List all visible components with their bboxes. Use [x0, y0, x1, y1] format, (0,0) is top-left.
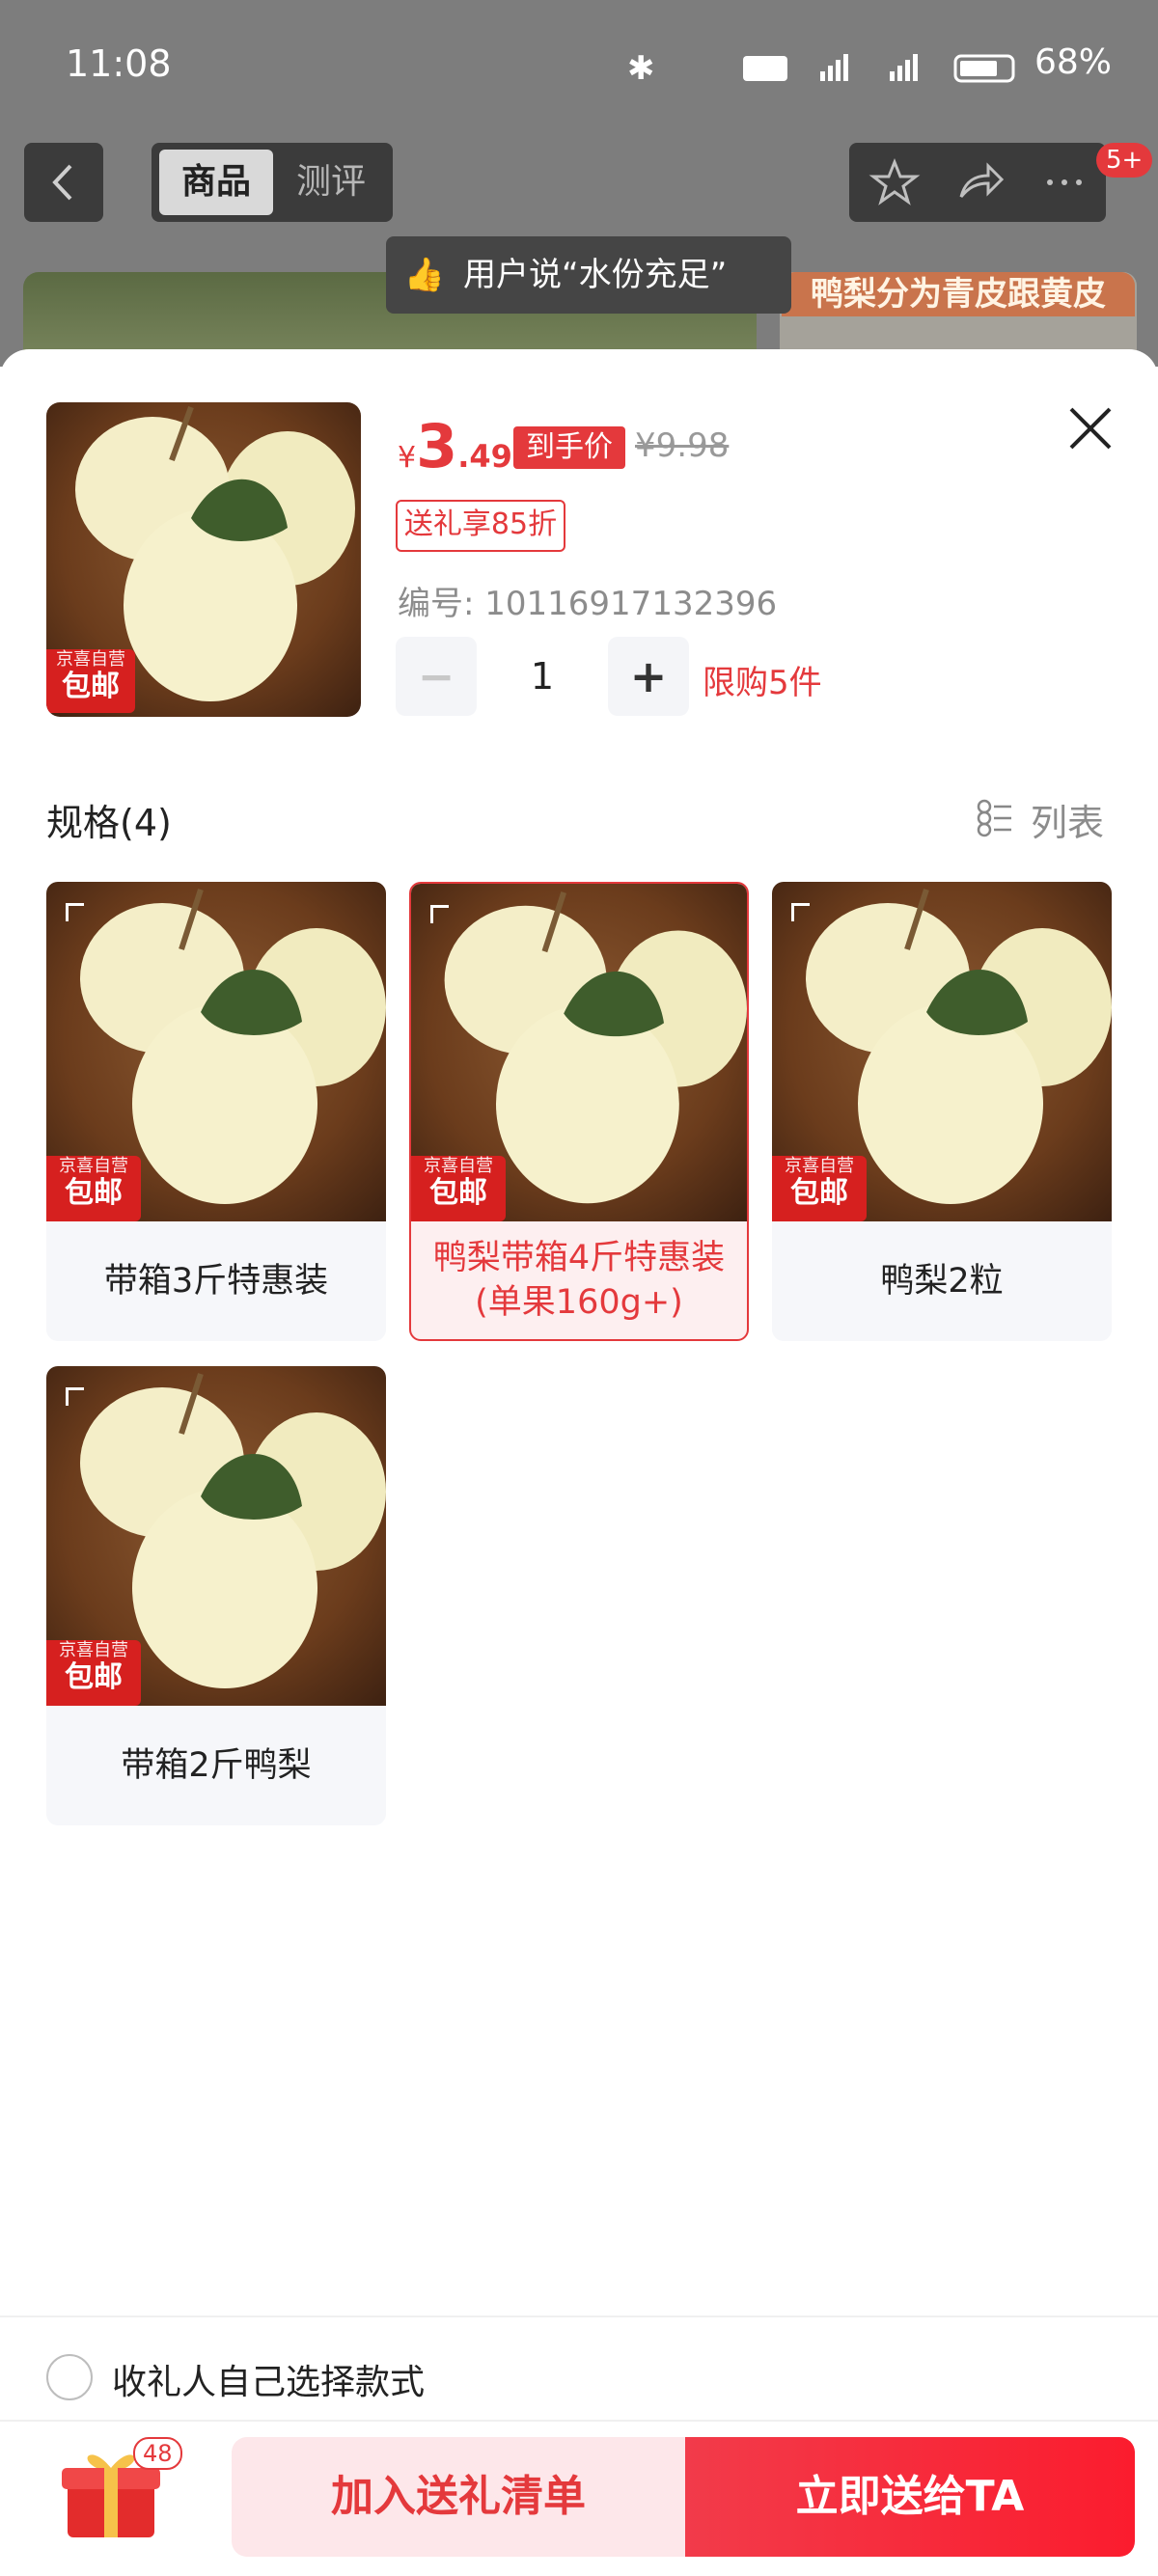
jd-self-tag: 京喜自营 包邮: [772, 1156, 867, 1221]
divider: [0, 2316, 1158, 2317]
spec-image: 京喜自营 包邮: [411, 884, 747, 1221]
toast-text: 用户说“水份充足”: [463, 256, 728, 294]
spec-label: 带箱2斤鸭梨: [121, 1746, 312, 1785]
share-icon[interactable]: [953, 156, 1006, 208]
final-price-tag: 到手价: [513, 426, 625, 469]
expand-icon[interactable]: [66, 903, 84, 921]
tab-product[interactable]: 商品: [159, 150, 273, 215]
more-icon[interactable]: [1038, 156, 1090, 208]
background-page: 11:08 ✱ 68% 商品 测评 5+ 鸭梨分为青皮跟黄皮 👍 用户说“水份充足…: [0, 0, 1158, 367]
spec-image: 京喜自营 包邮: [772, 882, 1112, 1221]
divider: [0, 2420, 1158, 2422]
price-row: ¥3.49: [398, 411, 512, 488]
purchase-limit: 限购5件: [703, 664, 822, 702]
thumbs-up-icon: 👍: [403, 256, 446, 294]
review-toast: 👍 用户说“水份充足”: [386, 236, 791, 314]
close-icon: [1069, 407, 1112, 450]
spec-label: 鸭梨带箱4斤特惠装 (单果160g+): [432, 1239, 726, 1322]
spec-option-1[interactable]: 京喜自营 包邮 带箱3斤特惠装: [46, 882, 386, 1341]
price-integer: 3: [416, 411, 458, 481]
spec-title: 规格(4): [46, 802, 172, 844]
battery-percent: 68%: [1034, 42, 1113, 82]
status-icons: ✱: [627, 49, 1033, 88]
expand-icon[interactable]: [791, 903, 810, 921]
status-time: 11:08: [66, 42, 172, 85]
original-price: ¥9.98: [635, 426, 730, 465]
jd-self-tag: 京喜自营 包邮: [46, 649, 135, 713]
spec-label: 带箱3斤特惠装: [103, 1262, 329, 1301]
expand-icon[interactable]: [66, 1387, 84, 1406]
quantity-decrease-button[interactable]: −: [396, 637, 477, 716]
svg-text:✱: ✱: [627, 50, 655, 85]
spec-option-2-selected[interactable]: 京喜自营 包邮 鸭梨带箱4斤特惠装 (单果160g+): [409, 882, 749, 1341]
send-now-button[interactable]: 立即送给TA: [685, 2437, 1135, 2557]
bg-banner: 鸭梨分为青皮跟黄皮: [782, 272, 1135, 316]
spec-option-4[interactable]: 京喜自营 包邮 带箱2斤鸭梨: [46, 1366, 386, 1825]
back-button[interactable]: [24, 143, 103, 222]
top-tabs: 商品 测评: [152, 143, 393, 222]
spec-option-3[interactable]: 京喜自营 包邮 鸭梨2粒: [772, 882, 1112, 1341]
product-thumbnail[interactable]: 京喜自营 包邮: [46, 402, 361, 717]
star-icon[interactable]: [868, 156, 921, 208]
list-view-label: 列表: [1031, 802, 1105, 844]
recipient-option-label: 收礼人自己选择款式: [112, 2363, 426, 2402]
gift-count-badge: 48: [133, 2437, 182, 2470]
price-symbol: ¥: [398, 441, 417, 475]
list-icon: [977, 799, 1011, 837]
tab-review[interactable]: 测评: [277, 150, 385, 215]
top-actions: [849, 143, 1106, 222]
jd-self-tag: 京喜自营 包邮: [46, 1640, 141, 1706]
gift-discount-tag: 送礼享85折: [396, 500, 565, 552]
expand-icon[interactable]: [430, 905, 449, 923]
message-badge: 5+: [1096, 143, 1153, 178]
back-arrow-icon: [52, 164, 72, 201]
quantity-value[interactable]: 1: [492, 637, 593, 716]
price-decimal: .49: [457, 438, 512, 475]
close-button[interactable]: [1062, 399, 1119, 457]
add-to-gift-list-button[interactable]: 加入送礼清单: [232, 2437, 685, 2557]
jd-self-tag: 京喜自营 包邮: [46, 1156, 141, 1221]
jd-self-tag: 京喜自营 包邮: [411, 1156, 506, 1221]
radio-circle[interactable]: [46, 2354, 93, 2400]
gift-list-entry[interactable]: 48: [58, 2437, 182, 2555]
spec-image: 京喜自营 包邮: [46, 882, 386, 1221]
sku-number: 编号: 10116917132396: [398, 585, 778, 623]
recipient-choose-option[interactable]: 收礼人自己选择款式: [46, 2348, 1108, 2406]
quantity-increase-button[interactable]: +: [608, 637, 689, 716]
spec-label: 鸭梨2粒: [880, 1262, 1004, 1301]
spec-image: 京喜自营 包邮: [46, 1366, 386, 1706]
spec-sheet: 京喜自营 包邮 ¥3.49 到手价 ¥9.98 送礼享85折 编号: 10116…: [0, 349, 1158, 2576]
